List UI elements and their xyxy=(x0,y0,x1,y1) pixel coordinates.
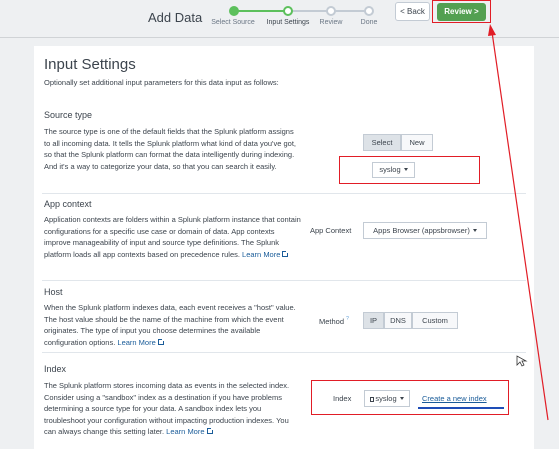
host-method-custom-button[interactable]: Custom xyxy=(412,312,458,329)
app-context-dropdown-value: Apps Browser (appsbrowser) xyxy=(373,226,470,235)
index-label: Index xyxy=(333,394,352,403)
host-method-dns-button[interactable]: DNS xyxy=(384,312,412,329)
panel-title: Input Settings xyxy=(44,56,136,73)
progress-line-done xyxy=(234,10,288,12)
host-method-ip-button[interactable]: IP xyxy=(363,312,384,329)
step-dot-done xyxy=(364,6,374,16)
chevron-down-icon xyxy=(403,168,408,171)
app-context-label: App Context xyxy=(310,226,352,235)
index-description: The Splunk platform stores incoming data… xyxy=(44,380,302,438)
external-link-icon xyxy=(157,337,165,345)
step-label-done: Done xyxy=(360,19,378,26)
review-button[interactable]: Review > xyxy=(437,3,486,21)
index-learn-more-link[interactable]: Learn More xyxy=(166,427,214,436)
cursor-icon xyxy=(516,355,528,367)
index-icon xyxy=(370,397,375,402)
page-title: Add Data xyxy=(148,10,203,25)
step-dot-select-source xyxy=(229,6,239,16)
app-context-title: App context xyxy=(44,199,92,209)
divider xyxy=(42,193,526,194)
host-learn-more-link[interactable]: Learn More xyxy=(117,337,165,347)
host-description: When the Splunk platform indexes data, e… xyxy=(44,302,302,348)
app-context-learn-more-link[interactable]: Learn More xyxy=(242,249,290,259)
create-new-index-link[interactable]: Create a new index xyxy=(422,394,487,403)
help-icon[interactable]: ? xyxy=(346,316,349,322)
divider xyxy=(42,280,526,281)
step-label-select-source: Select Source xyxy=(211,19,255,26)
back-button[interactable]: < Back xyxy=(395,2,430,21)
index-dropdown[interactable]: syslog xyxy=(364,390,410,407)
external-link-icon xyxy=(206,427,214,434)
app-context-dropdown[interactable]: Apps Browser (appsbrowser) xyxy=(363,222,487,239)
step-dot-review xyxy=(326,6,336,16)
input-settings-panel: Input Settings Optionally set additional… xyxy=(34,46,534,449)
chevron-down-icon xyxy=(399,397,404,400)
step-label-review: Review xyxy=(319,19,343,26)
external-link-icon xyxy=(282,249,290,257)
app-context-description: Application contexts are folders within … xyxy=(44,214,302,260)
source-type-dropdown[interactable]: syslog xyxy=(372,162,415,178)
step-dot-input-settings xyxy=(283,6,293,16)
step-label-input-settings: Input Settings xyxy=(266,19,310,26)
header-bar: Add Data Select Source Input Settings Re… xyxy=(0,0,559,38)
source-type-description: The source type is one of the default fi… xyxy=(44,127,296,171)
source-type-new-button[interactable]: New xyxy=(401,134,433,151)
panel-subtitle: Optionally set additional input paramete… xyxy=(44,78,279,87)
host-text: When the Splunk platform indexes data, e… xyxy=(44,303,296,347)
annotation-underline xyxy=(418,407,504,409)
source-type-title: Source type xyxy=(44,110,93,120)
host-method-label: Method ? xyxy=(319,316,349,326)
host-title: Host xyxy=(44,287,63,297)
index-title: Index xyxy=(44,364,67,374)
source-type-dropdown-value: syslog xyxy=(379,165,401,174)
chevron-down-icon xyxy=(472,229,477,232)
source-type-select-button[interactable]: Select xyxy=(363,134,401,151)
index-dropdown-value: syslog xyxy=(375,394,397,403)
divider xyxy=(42,352,526,353)
